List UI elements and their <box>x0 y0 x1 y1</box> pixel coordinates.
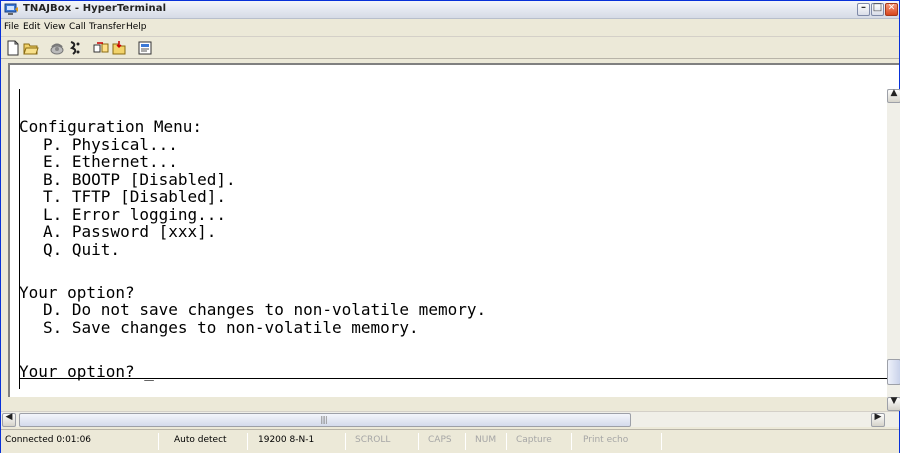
status-capture: Capture <box>516 435 552 445</box>
status-separator <box>345 433 346 450</box>
scroll-up-button[interactable]: ▲ <box>887 88 900 103</box>
menu-call[interactable]: Call <box>69 22 86 32</box>
status-num: NUM <box>475 435 497 445</box>
status-connected: Connected 0:01:06 <box>5 435 92 445</box>
properties-icon[interactable] <box>137 40 153 56</box>
menu-view[interactable]: View <box>44 22 65 32</box>
terminal-line: Q. Quit. <box>43 240 121 259</box>
send-icon[interactable] <box>93 40 109 56</box>
menu-transfer[interactable]: Transfer <box>89 22 125 32</box>
disconnect-icon[interactable] <box>67 40 83 56</box>
menu-file[interactable]: File <box>4 22 19 32</box>
window-title: TNAJBox - HyperTerminal <box>23 3 167 14</box>
terminal-line: B. BOOTP [Disabled]. <box>43 170 236 189</box>
hyperterminal-window: TNAJBox - HyperTerminal – □ ✕ File Edit … <box>0 0 900 453</box>
menu-help[interactable]: Help <box>126 22 147 32</box>
hyperterminal-icon <box>4 3 19 16</box>
scroll-left-button[interactable]: ◀ <box>2 412 16 427</box>
minimize-icon: – <box>861 2 866 13</box>
terminal-line: Configuration Menu: <box>19 117 203 136</box>
terminal-line: P. Physical... <box>43 135 178 154</box>
status-separator <box>465 433 466 450</box>
arrow-down-icon: ▼ <box>890 396 898 406</box>
terminal-line: S. Save changes to non-volatile memory. <box>43 318 419 337</box>
scroll-down-button[interactable]: ▼ <box>887 396 900 411</box>
close-button[interactable]: ✕ <box>885 3 898 16</box>
arrow-left-icon: ◀ <box>5 412 13 422</box>
minimize-button[interactable]: – <box>857 2 870 16</box>
vertical-scrollbar[interactable]: ▲ ▼ <box>887 88 900 411</box>
maximize-icon: □ <box>872 2 883 13</box>
arrow-right-icon: ▶ <box>874 412 882 422</box>
status-scroll: SCROLL <box>355 435 391 445</box>
title-bar[interactable]: TNAJBox - HyperTerminal – □ ✕ <box>1 1 899 19</box>
terminal-line: L. Error logging... <box>43 205 227 224</box>
terminal-line: D. Do not save changes to non-volatile m… <box>43 300 487 319</box>
status-separator <box>418 433 419 450</box>
vertical-scroll-thumb[interactable] <box>887 359 900 385</box>
status-detect: Auto detect <box>174 435 227 445</box>
call-icon[interactable] <box>49 40 65 56</box>
open-icon[interactable] <box>23 40 39 56</box>
status-separator <box>247 433 248 450</box>
status-separator <box>158 433 159 450</box>
status-print-echo: Print echo <box>583 435 629 445</box>
terminal-line: Your option? <box>19 283 135 302</box>
status-separator <box>506 433 507 450</box>
new-connection-icon[interactable] <box>5 40 21 56</box>
toolbar <box>1 37 899 59</box>
horizontal-scrollbar[interactable]: ◀ |||| ▶ <box>1 411 899 427</box>
close-icon: ✕ <box>887 3 896 13</box>
status-separator <box>571 433 572 450</box>
terminal-line: T. TFTP [Disabled]. <box>43 187 227 206</box>
scroll-right-button[interactable]: ▶ <box>871 412 885 427</box>
horizontal-scroll-thumb[interactable]: |||| <box>19 413 631 427</box>
terminal-bottom-rule <box>19 378 895 379</box>
arrow-up-icon: ▲ <box>890 88 898 98</box>
receive-icon[interactable] <box>111 40 127 56</box>
scroll-grip-icon: |||| <box>320 415 328 424</box>
menu-bar: File Edit View Call Transfer Help <box>1 19 899 37</box>
terminal-line: E. Ethernet... <box>43 152 178 171</box>
status-separator <box>661 433 662 450</box>
status-caps: CAPS <box>428 435 452 445</box>
status-settings: 19200 8-N-1 <box>258 435 315 445</box>
status-bar: Connected 0:01:06 Auto detect 19200 8-N-… <box>1 429 899 453</box>
terminal-screen[interactable]: Configuration Menu: P. Physical... E. Et… <box>19 85 879 397</box>
maximize-button[interactable]: □ <box>871 2 884 16</box>
menu-edit[interactable]: Edit <box>23 22 40 32</box>
terminal-line: A. Password [xxx]. <box>43 222 217 241</box>
